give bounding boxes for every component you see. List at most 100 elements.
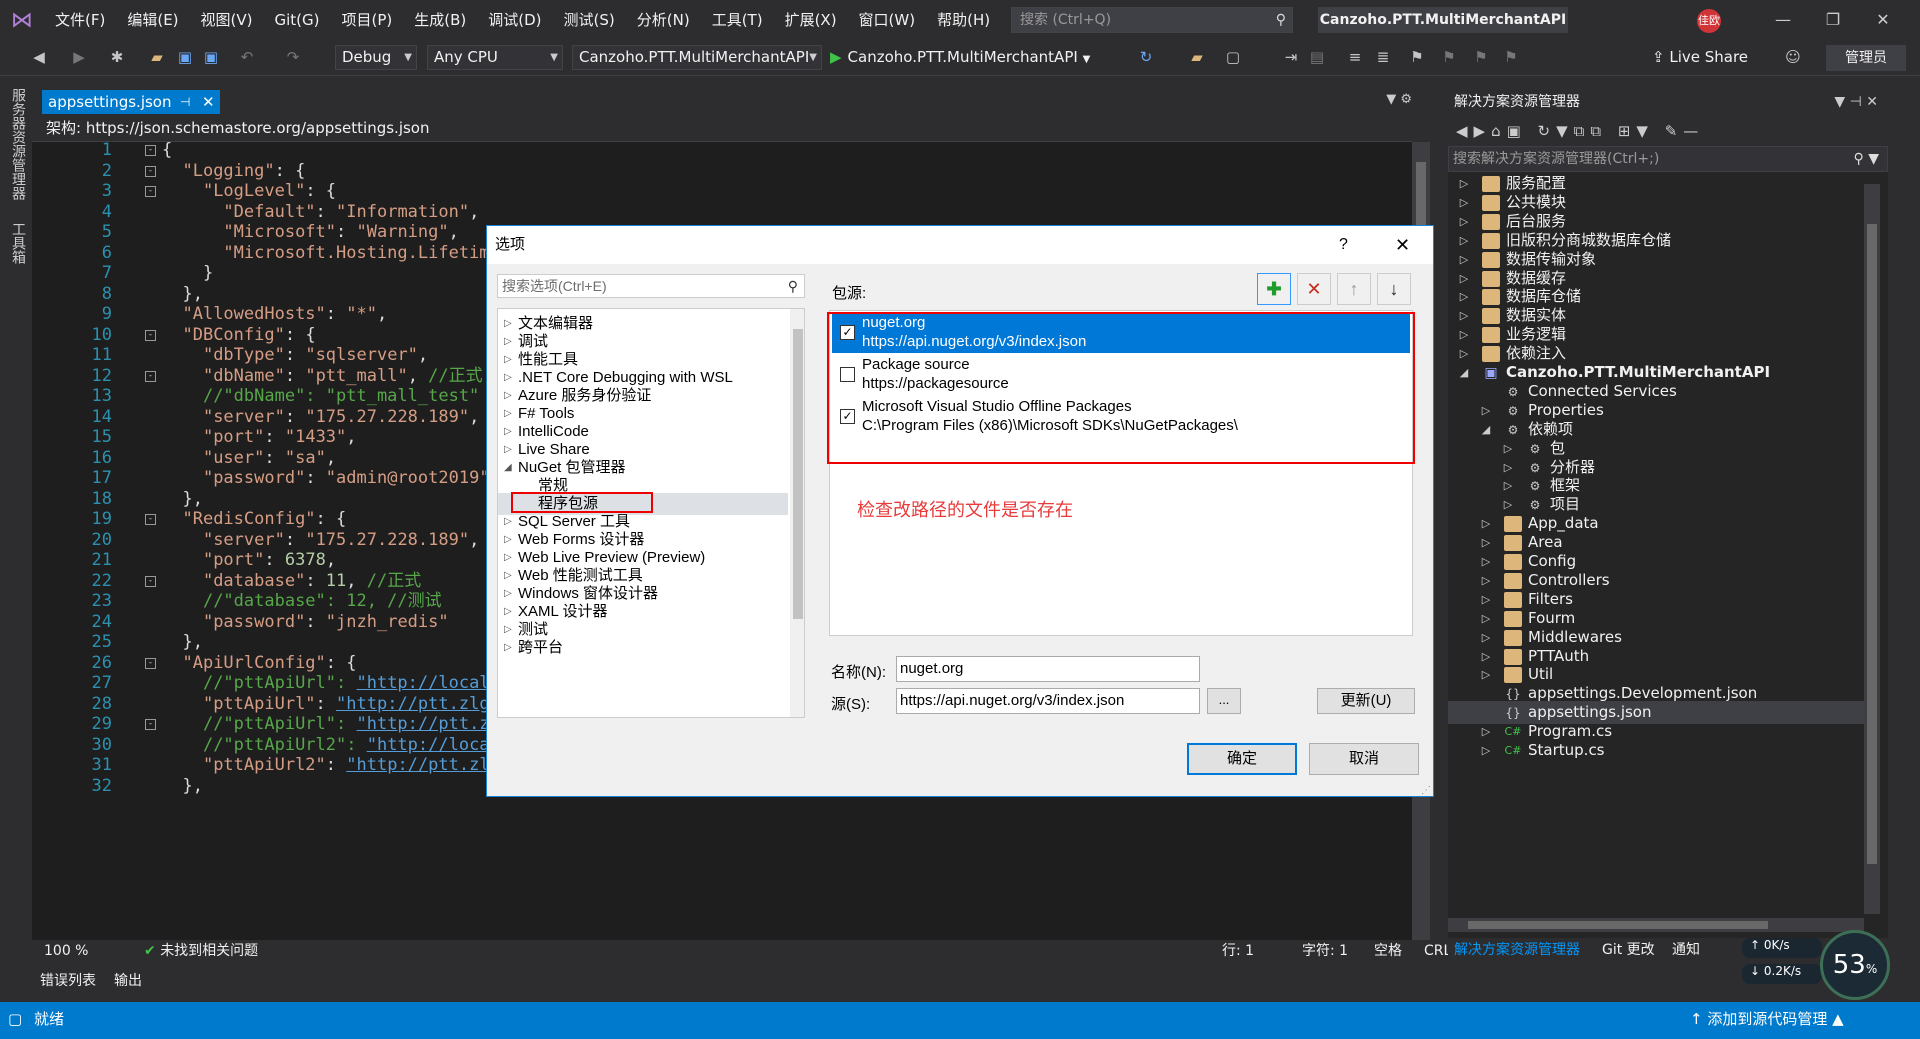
browser-icon[interactable]: ▢ [1222, 46, 1244, 68]
zoom-level[interactable]: 100 % [44, 940, 88, 962]
fold-toggle-icon[interactable]: - [145, 329, 156, 341]
resize-grip-icon[interactable]: ⋰ [1421, 785, 1431, 796]
fold-toggle-icon[interactable]: - [145, 186, 156, 197]
add-to-source-control[interactable]: ↑ 添加到源代码管理 ▲ [1690, 1002, 1844, 1036]
comment-icon[interactable]: ≡ [1344, 46, 1366, 68]
minimize-icon[interactable]: — [1760, 0, 1806, 40]
expand-icon[interactable]: ▷ [504, 637, 512, 659]
menu-item[interactable]: 调试(D) [477, 0, 552, 40]
menu-item[interactable]: 视图(V) [190, 0, 264, 40]
menu-item[interactable]: 分析(N) [626, 0, 701, 40]
whitespace-indicator[interactable]: 空格 [1374, 940, 1402, 962]
uncomment-icon[interactable]: ≣ [1372, 46, 1394, 68]
undo-icon[interactable]: ↶ [236, 46, 258, 68]
notifications-tab[interactable]: 通知 [1672, 938, 1700, 962]
back-icon[interactable]: ◀ [28, 46, 50, 68]
new-project-icon[interactable]: ✱ [106, 46, 128, 68]
name-field[interactable]: nuget.org [896, 656, 1200, 682]
options-tree-scrollbar[interactable] [790, 309, 804, 717]
open-file-icon[interactable]: ▰ [146, 46, 168, 68]
startup-project-dropdown[interactable]: Canzoho.PTT.MultiMerchantAPI ▼ [572, 45, 822, 70]
fold-toggle-icon[interactable]: - [145, 165, 156, 177]
help-icon[interactable]: ? [1339, 226, 1348, 264]
menu-item[interactable]: 文件(F) [44, 0, 116, 40]
clear-bookmarks-icon[interactable]: ⚑ [1500, 46, 1522, 68]
bookmark-icon[interactable]: ⚑ [1406, 46, 1428, 68]
fold-toggle-icon[interactable]: - [145, 145, 156, 156]
options-tree-item[interactable]: ▷ 跨平台 [498, 637, 788, 659]
step-icon[interactable]: ⇥ [1280, 46, 1302, 68]
fold-toggle-icon[interactable]: - [145, 657, 156, 669]
output-tab[interactable]: 输出 [114, 966, 142, 996]
refresh-icon[interactable]: ↻ [1135, 46, 1157, 68]
solution-explorer-toolbar-icons[interactable]: ◀▶⌂▣ ↻▼⧉⧉ ⊞▼ ✎— [1448, 116, 1888, 146]
save-icon[interactable]: ▣ [174, 46, 196, 68]
forward-icon[interactable]: ▶ [68, 46, 90, 68]
fold-toggle-icon[interactable]: - [145, 514, 156, 525]
configuration-dropdown[interactable]: Debug ▼ [335, 45, 417, 70]
schema-url[interactable]: https://json.schemastore.org/appsettings… [86, 119, 430, 137]
menu-item[interactable]: 扩展(X) [774, 0, 848, 40]
restore-icon[interactable]: ❐ [1810, 0, 1856, 40]
search-icon[interactable]: ⚲ [788, 275, 798, 297]
prev-bookmark-icon[interactable]: ⚑ [1438, 46, 1460, 68]
folder-search-icon[interactable]: ▰ [1186, 46, 1208, 68]
close-tab-icon[interactable]: ✕ [202, 90, 215, 114]
start-debugging-button[interactable]: ▶ Canzoho.PTT.MultiMerchantAPI ▼ [830, 45, 1090, 70]
search-icon[interactable]: ⚲ ▼ [1854, 147, 1879, 171]
platform-dropdown[interactable]: Any CPU ▼ [427, 45, 563, 70]
panel-controls-icon[interactable]: ▼ ⊣ ✕ [1834, 88, 1878, 116]
update-button[interactable]: 更新(U) [1317, 688, 1415, 714]
solution-search-input[interactable]: 搜索解决方案资源管理器(Ctrl+;) ⚲ ▼ [1448, 146, 1888, 172]
move-up-button[interactable]: ↑ [1337, 273, 1371, 305]
search-icon[interactable]: ⚲ [1276, 8, 1286, 32]
menu-item[interactable]: 编辑(E) [116, 0, 189, 40]
menu-item[interactable]: Git(G) [264, 0, 331, 40]
live-share-button[interactable]: ⇪ Live Share [1652, 45, 1748, 70]
solution-scrollbar[interactable] [1864, 184, 1880, 914]
remove-source-button[interactable]: ✕ [1297, 273, 1331, 305]
menu-item[interactable]: 测试(S) [553, 0, 626, 40]
close-dialog-icon[interactable]: ✕ [1395, 226, 1410, 264]
scroll-thumb[interactable] [1468, 921, 1768, 929]
scroll-thumb[interactable] [1867, 224, 1877, 864]
account-avatar[interactable]: 佳欧 [1697, 9, 1721, 33]
editor-status-bar: 100 % ✔ 未找到相关问题 行: 1 字符: 1 空格 CRLF [32, 940, 1459, 962]
browse-button[interactable]: ... [1207, 688, 1241, 714]
editor-tab-appsettings[interactable]: appsettings.json ⊣ ✕ [42, 90, 220, 114]
issues-label: 未找到相关问题 [160, 943, 259, 959]
scroll-thumb[interactable] [793, 329, 803, 619]
source-field[interactable]: https://api.nuget.org/v3/index.json [896, 688, 1200, 714]
add-source-button[interactable]: ✚ [1257, 273, 1291, 305]
pin-icon[interactable]: ⊣ [180, 90, 190, 114]
move-down-button[interactable]: ↓ [1377, 273, 1411, 305]
git-changes-tab[interactable]: Git 更改 [1602, 938, 1655, 962]
issues-indicator[interactable]: ✔ 未找到相关问题 [144, 940, 258, 962]
toolbox-tab[interactable]: 工具箱 [8, 222, 28, 264]
error-list-tab[interactable]: 错误列表 [40, 966, 96, 996]
feedback-icon[interactable]: ☺ [1782, 46, 1804, 68]
options-search-input[interactable]: 搜索选项(Ctrl+E) ⚲ [497, 274, 805, 298]
fold-toggle-icon[interactable]: - [145, 575, 156, 587]
fold-toggle-icon[interactable]: - [145, 719, 156, 730]
menu-item[interactable]: 帮助(H) [926, 0, 1001, 40]
tab-overflow-icon[interactable]: ▼ ⚙ [1386, 92, 1412, 107]
menu-item[interactable]: 项目(P) [331, 0, 404, 40]
next-bookmark-icon[interactable]: ⚑ [1470, 46, 1492, 68]
menu-item[interactable]: 工具(T) [701, 0, 774, 40]
save-all-icon[interactable]: ▣ [200, 46, 222, 68]
menu-item[interactable]: 窗口(W) [848, 0, 927, 40]
close-window-icon[interactable]: ✕ [1860, 0, 1906, 40]
global-search-input[interactable]: 搜索 (Ctrl+Q) ⚲ [1011, 7, 1293, 33]
redo-icon[interactable]: ↷ [282, 46, 304, 68]
expand-icon[interactable]: ▷ [1480, 739, 1492, 762]
server-explorer-tab[interactable]: 服务器资源管理器 [8, 88, 28, 200]
menu-item[interactable]: 生成(B) [403, 0, 477, 40]
fold-toggle-icon[interactable]: - [145, 370, 156, 382]
layout-icon[interactable]: ▤ [1306, 46, 1328, 68]
cancel-button[interactable]: 取消 [1309, 743, 1419, 775]
tree-item[interactable]: ▷ C# Startup.cs [1448, 739, 1868, 762]
ok-button[interactable]: 确定 [1187, 743, 1297, 775]
status-icon: ▢ [8, 1010, 23, 1028]
solution-explorer-tab[interactable]: 解决方案资源管理器 [1454, 938, 1580, 962]
